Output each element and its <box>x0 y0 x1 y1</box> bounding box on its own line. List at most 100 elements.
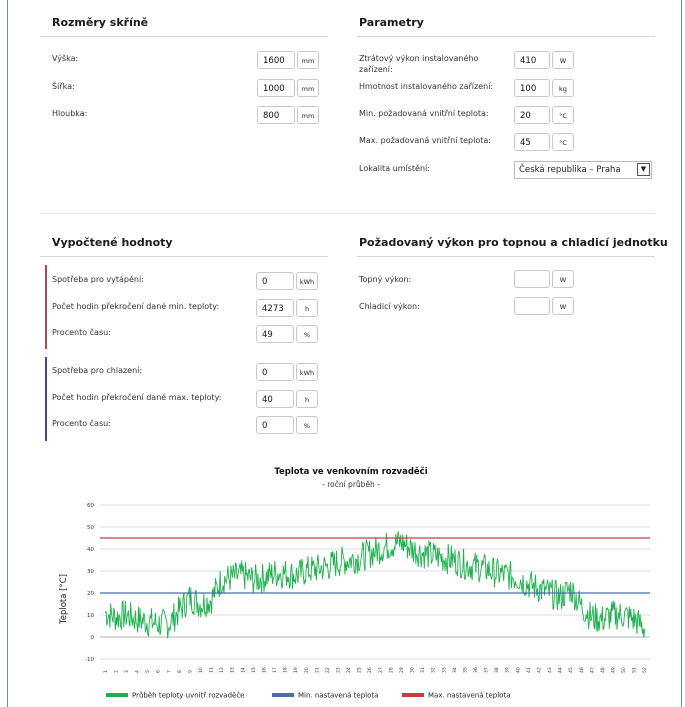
heating-consumption-input: 0 <box>256 272 294 290</box>
max-temp-unit: °C <box>552 133 574 151</box>
section-divider <box>40 213 655 214</box>
depth-input[interactable]: 800 <box>257 106 295 124</box>
legend-min-temperature-label: Min. nastavená teplota <box>298 692 378 700</box>
hours-above-max-unit: h <box>296 390 318 408</box>
x-tick-label: 36 <box>473 667 479 673</box>
x-tick-label: 18 <box>283 667 289 673</box>
cooling-group-bar <box>45 357 47 441</box>
depth-unit: mm <box>297 106 319 124</box>
max-temp-input[interactable]: 45 <box>514 133 550 151</box>
x-tick-label: 25 <box>357 667 363 673</box>
power-loss-input[interactable]: 410 <box>514 51 550 69</box>
hours-below-min-input: 4273 <box>256 299 294 317</box>
min-temp-unit: °C <box>552 106 574 124</box>
x-tick-label: 4 <box>135 670 141 673</box>
x-tick-label: 10 <box>198 667 204 673</box>
x-tick-label: 34 <box>452 667 458 673</box>
inside-temperature-line <box>104 531 646 639</box>
x-tick-label: 22 <box>325 667 331 673</box>
x-tick-label: 35 <box>462 667 468 673</box>
x-tick-label: 5 <box>145 670 151 673</box>
x-tick-label: 41 <box>526 667 532 673</box>
computed-values-title: Vypočtené hodnoty <box>52 236 173 249</box>
max-temp-label: Max. požadovaná vnitřní teplota: <box>359 136 491 145</box>
height-unit: mm <box>297 51 319 69</box>
width-input[interactable]: 1000 <box>257 79 295 97</box>
cabinet-dimensions-title: Rozměry skříně <box>52 16 149 29</box>
x-tick-label: 12 <box>219 667 225 673</box>
heating-group-bar <box>45 265 47 349</box>
x-tick-label: 8 <box>177 670 183 673</box>
x-tick-label: 26 <box>367 667 373 673</box>
width-unit: mm <box>297 79 319 97</box>
y-tick-label: 50 <box>87 525 94 531</box>
x-tick-label: 44 <box>558 667 564 673</box>
location-select-value: Česká republika – Praha <box>519 165 621 175</box>
legend-max-temperature-swatch <box>402 693 424 697</box>
heating-power-unit: W <box>552 270 574 288</box>
x-tick-label: 37 <box>484 667 490 673</box>
chart-title: Teplota ve venkovním rozvaděči <box>274 466 427 477</box>
power-loss-unit: W <box>552 51 574 69</box>
x-tick-label: 14 <box>240 667 246 673</box>
required-title-rule <box>357 256 655 257</box>
x-tick-label: 20 <box>304 667 310 673</box>
y-tick-label: 0 <box>91 635 95 641</box>
heating-percent-unit: % <box>296 325 318 343</box>
cooling-power-unit: W <box>552 297 574 315</box>
legend-min-temperature-swatch <box>272 693 294 697</box>
x-tick-label: 48 <box>600 667 606 673</box>
cooling-consumption-input: 0 <box>256 363 294 381</box>
required-power-title: Požadovaný výkon pro topnou a chladicí j… <box>359 236 668 249</box>
hours-below-min-label: Počet hodin překročení dané min. teploty… <box>52 302 220 311</box>
legend-inside-temperature-label: Průběh teploty uvnitř rozvaděče <box>132 692 245 700</box>
cabinet-title-rule <box>40 36 328 37</box>
hours-above-max-input: 40 <box>256 390 294 408</box>
x-tick-label: 43 <box>547 667 553 673</box>
y-tick-label: -10 <box>85 657 94 663</box>
x-tick-label: 51 <box>632 667 638 673</box>
x-tick-label: 23 <box>335 667 341 673</box>
x-tick-label: 30 <box>410 667 416 673</box>
x-tick-label: 42 <box>536 667 542 673</box>
height-label: Výška: <box>52 54 79 63</box>
y-tick-label: 10 <box>87 613 94 619</box>
x-tick-label: 27 <box>378 667 384 673</box>
power-loss-label: Ztrátový výkon instalovaného zařízení: <box>359 54 479 74</box>
legend-inside-temperature-swatch <box>106 693 128 697</box>
x-tick-label: 33 <box>441 667 447 673</box>
x-tick-label: 15 <box>251 667 257 673</box>
parameters-title: Parametry <box>359 16 424 29</box>
x-tick-label: 40 <box>515 667 521 673</box>
x-tick-label: 16 <box>261 667 267 673</box>
min-temp-input[interactable]: 20 <box>514 106 550 124</box>
x-tick-label: 6 <box>156 670 162 673</box>
chart-ylabel: Teplota [°C] <box>59 574 69 625</box>
parameters-title-rule <box>357 36 655 37</box>
cooling-percent-unit: % <box>296 416 318 434</box>
cooling-consumption-label: Spotřeba pro chlazení: <box>52 366 143 375</box>
x-tick-label: 32 <box>431 667 437 673</box>
location-label: Lokalita umístění: <box>359 164 430 173</box>
chevron-down-icon[interactable]: ▼ <box>637 163 650 176</box>
heating-percent-input: 49 <box>256 325 294 343</box>
x-tick-label: 2 <box>113 670 119 673</box>
chart-subtitle: - roční průběh - <box>322 480 380 489</box>
x-tick-label: 7 <box>166 670 172 673</box>
x-tick-label: 50 <box>621 667 627 673</box>
cooling-percent-input: 0 <box>256 416 294 434</box>
cooling-power-input <box>514 297 550 315</box>
x-tick-label: 9 <box>187 670 193 673</box>
x-tick-label: 39 <box>505 667 511 673</box>
location-select[interactable]: Česká republika – Praha ▼ <box>514 161 652 179</box>
cooling-consumption-unit: kWh <box>296 363 318 381</box>
x-tick-label: 3 <box>124 670 130 673</box>
y-tick-label: 20 <box>87 591 94 597</box>
x-tick-label: 47 <box>589 667 595 673</box>
weight-input[interactable]: 100 <box>514 79 550 97</box>
x-tick-label: 1 <box>103 670 109 673</box>
hours-below-min-unit: h <box>296 299 318 317</box>
height-input[interactable]: 1600 <box>257 51 295 69</box>
x-tick-label: 45 <box>568 667 574 673</box>
x-tick-label: 38 <box>494 667 500 673</box>
